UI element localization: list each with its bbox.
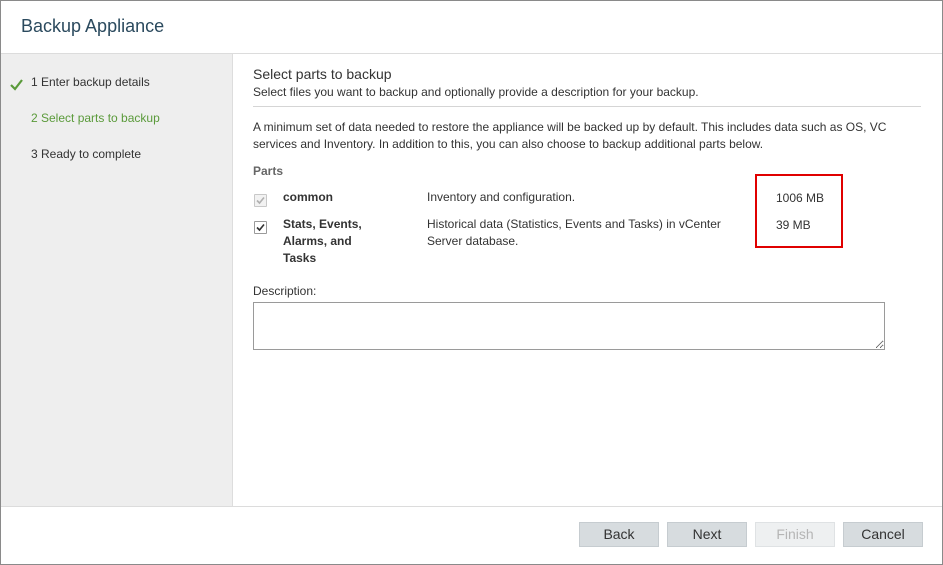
info-text: A minimum set of data needed to restore … [253,120,887,151]
heading-divider [253,106,921,107]
part-name: Stats, Events, Alarms, and Tasks [283,217,362,265]
step-select-parts[interactable]: 2 Select parts to backup [31,111,160,125]
part-description: Historical data (Statistics, Events and … [427,217,721,248]
wizard-steps-sidebar: 1 Enter backup details 2 Select parts to… [1,54,233,506]
checkmark-icon [256,196,265,205]
main-content: Select parts to backup Select files you … [233,54,942,506]
step-ready-to-complete[interactable]: 3 Ready to complete [31,147,141,161]
parts-label: Parts [253,164,284,178]
part-description: Inventory and configuration. [427,190,576,204]
size-highlight-box [755,174,843,248]
stats-events-checkbox[interactable] [254,221,267,234]
cancel-button[interactable]: Cancel [843,522,923,547]
footer-divider [1,506,942,507]
common-checkbox[interactable] [254,194,267,207]
finish-button[interactable]: Finish [755,522,835,547]
backup-appliance-dialog: Backup Appliance 1 Enter backup details … [0,0,943,565]
checkmark-icon [256,223,265,232]
description-label: Description: [253,284,317,298]
page-subheading: Select files you want to backup and opti… [253,85,699,99]
back-button[interactable]: Back [579,522,659,547]
step-enter-backup-details[interactable]: 1 Enter backup details [31,75,150,89]
part-name: common [283,190,334,204]
dialog-title: Backup Appliance [21,16,165,36]
description-input[interactable] [253,302,885,350]
page-heading: Select parts to backup [253,66,392,82]
checkmark-icon [10,79,23,91]
next-button[interactable]: Next [667,522,747,547]
